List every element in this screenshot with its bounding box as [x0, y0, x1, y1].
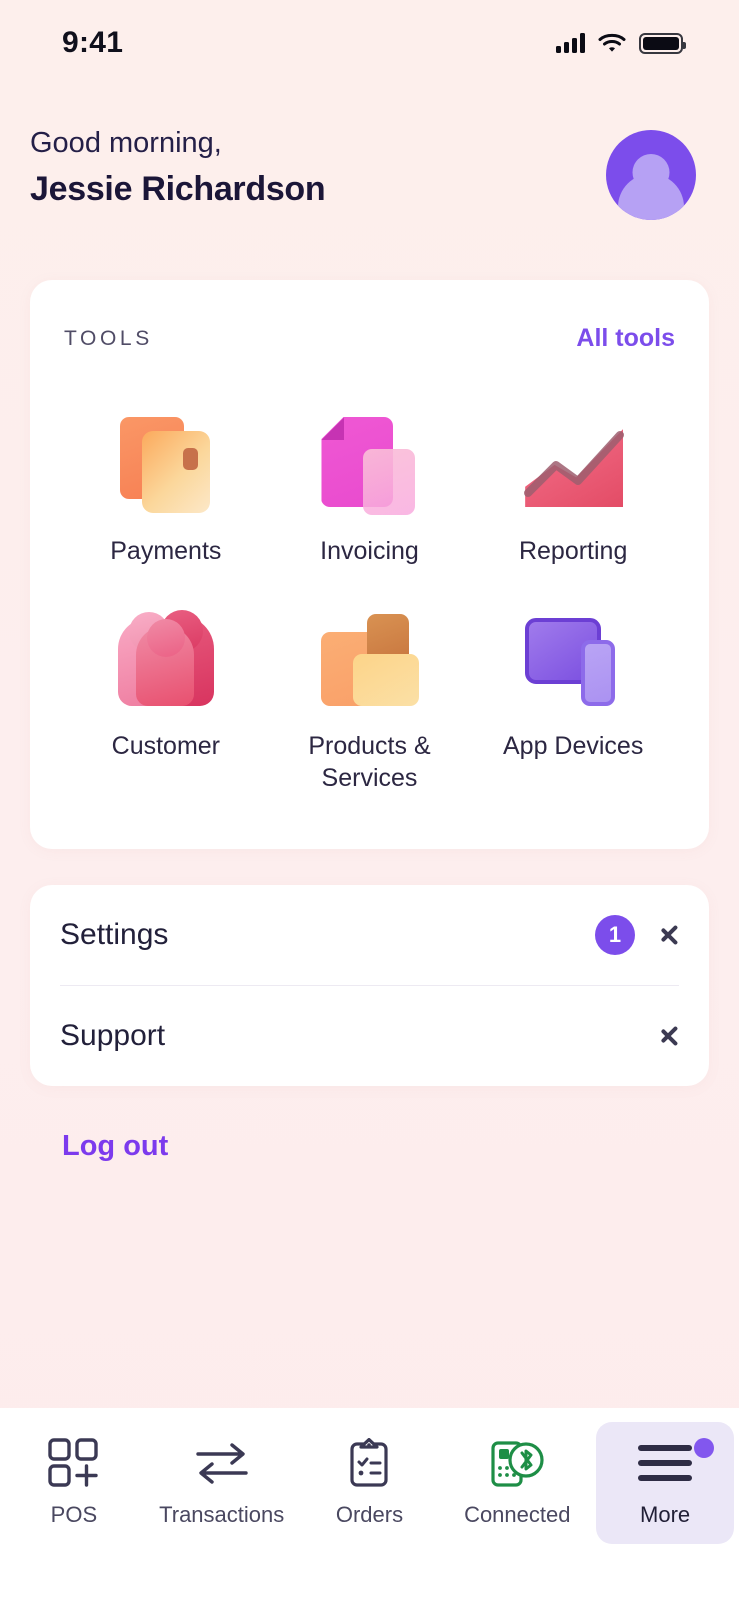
invoice-document-icon	[315, 411, 423, 515]
tools-grid: Payments Invoicing Reporting Customer Pr…	[64, 393, 675, 809]
payment-cards-icon	[112, 411, 220, 513]
menu-label: Settings	[60, 917, 169, 951]
tab-connected[interactable]: Connected	[448, 1422, 586, 1544]
tab-orders[interactable]: Orders	[300, 1422, 438, 1544]
tab-more[interactable]: More	[596, 1422, 735, 1544]
avatar[interactable]	[606, 130, 696, 220]
avatar-body	[618, 174, 684, 220]
user-name: Jessie Richardson	[30, 170, 326, 209]
tab-label: POS	[50, 1502, 98, 1527]
bluetooth-reader-icon	[489, 1438, 545, 1488]
tablet-phone-icon	[519, 606, 627, 708]
tool-label: Customer	[111, 731, 221, 760]
clipboard-list-icon	[347, 1438, 391, 1488]
logout-button[interactable]: Log out	[62, 1130, 168, 1163]
transfer-arrows-icon	[194, 1438, 250, 1488]
wifi-icon	[598, 33, 626, 52]
status-time: 9:41	[62, 26, 124, 59]
greeting-block: Good morning, Jessie Richardson	[30, 124, 326, 209]
menu-row-right	[661, 1021, 679, 1051]
tools-section-title: TOOLS	[64, 326, 153, 350]
tab-pos[interactable]: POS	[5, 1422, 143, 1544]
area-chart-icon	[519, 411, 627, 513]
pos-grid-plus-icon	[48, 1438, 100, 1488]
product-boxes-icon	[315, 606, 423, 708]
status-icons	[556, 32, 686, 54]
menu-card: Settings 1 Support	[30, 884, 709, 1086]
tool-label: Payments	[110, 537, 222, 565]
menu-label: Support	[60, 1018, 166, 1052]
tab-label: Orders	[335, 1502, 404, 1527]
tab-label: Connected	[464, 1502, 571, 1527]
tool-item-products-services[interactable]: Products & Services	[268, 588, 472, 809]
status-badge: 1	[595, 914, 635, 955]
battery-full-icon	[639, 32, 686, 54]
tool-item-app-devices[interactable]: App Devices	[471, 588, 675, 809]
tab-transactions[interactable]: Transactions	[153, 1422, 291, 1544]
tool-label: App Devices	[502, 731, 644, 760]
notification-dot	[694, 1438, 715, 1458]
menu-row-settings[interactable]: Settings 1	[60, 885, 679, 985]
chevron-right-icon	[661, 1021, 679, 1051]
status-bar: 9:41	[0, 0, 739, 86]
customers-people-icon	[112, 606, 220, 708]
chevron-right-icon	[661, 920, 679, 950]
tools-card: TOOLS All tools Payments Invoicing Repor…	[30, 280, 709, 849]
hamburger-menu-icon	[638, 1438, 693, 1488]
tab-label: More	[640, 1502, 691, 1527]
all-tools-link[interactable]: All tools	[576, 324, 675, 353]
cellular-signal-icon	[556, 33, 585, 53]
menu-row-support[interactable]: Support	[60, 986, 679, 1086]
tab-label: Transactions	[159, 1502, 285, 1527]
tool-label: Reporting	[518, 537, 628, 565]
tools-header: TOOLS All tools	[64, 324, 675, 353]
tool-item-invoicing[interactable]: Invoicing	[268, 393, 472, 582]
tool-item-customer[interactable]: Customer	[64, 588, 268, 809]
page-header: Good morning, Jessie Richardson	[0, 86, 739, 220]
tool-item-reporting[interactable]: Reporting	[471, 393, 675, 582]
tool-label: Invoicing	[320, 537, 419, 565]
tool-label: Products & Services	[308, 731, 431, 793]
bottom-tab-bar: POS Transactions Orders Connected More	[0, 1408, 739, 1600]
tool-item-payments[interactable]: Payments	[64, 393, 268, 582]
greeting-text: Good morning,	[30, 127, 222, 159]
menu-row-right: 1	[595, 914, 679, 955]
